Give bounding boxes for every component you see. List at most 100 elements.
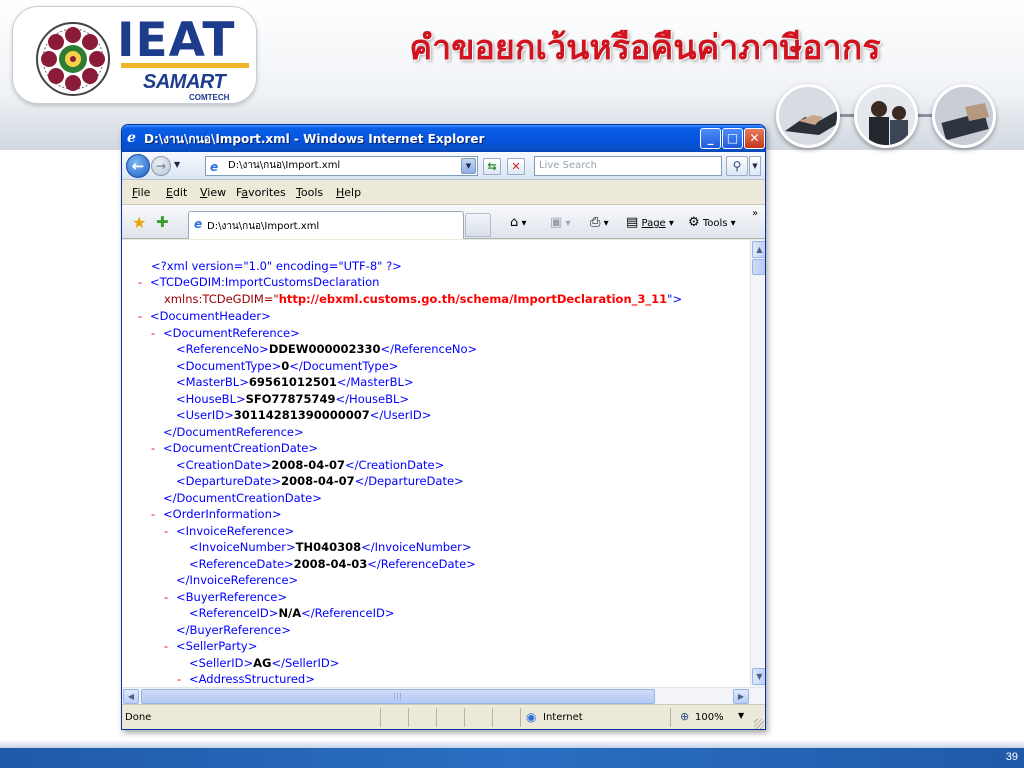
xml-value: N/A xyxy=(278,606,302,620)
favorites-star-icon[interactable]: ★ xyxy=(132,213,146,232)
more-commands-button[interactable]: » xyxy=(752,208,758,219)
xml-root-open: - <TCDeGDIM:ImportCustomsDeclaration xyxy=(138,274,379,290)
menu-view-rest: iew xyxy=(207,186,227,199)
collapse-toggle[interactable]: - xyxy=(138,308,150,324)
new-tab-button[interactable] xyxy=(465,213,491,237)
forward-arrow-icon: → xyxy=(155,159,167,173)
status-divider xyxy=(380,708,381,727)
collapse-toggle[interactable]: - xyxy=(151,325,163,341)
slide-title: คำขอยกเว้นหรือคืนค่าภาษีอากร xyxy=(409,28,881,68)
close-button[interactable]: ✕ xyxy=(744,128,765,149)
laptop-photo-icon xyxy=(935,87,993,145)
photo-team xyxy=(854,84,918,148)
scroll-right-button[interactable]: ▶ xyxy=(733,689,749,704)
scroll-down-button[interactable]: ▼ xyxy=(752,668,765,685)
menu-view[interactable]: View xyxy=(200,186,226,199)
search-button[interactable]: ⚲ xyxy=(726,156,748,176)
xml-line: - <AddressStructured> xyxy=(177,671,315,683)
globe-icon: ◉ xyxy=(526,710,537,724)
xml-close-tag: </ReferenceNo> xyxy=(380,342,478,356)
xml-open-tag: <SellerParty> xyxy=(176,639,258,653)
xml-line: - <OrderInformation> xyxy=(151,506,282,522)
logo-underline xyxy=(121,63,249,68)
xml-value: SFO77875749 xyxy=(245,391,336,406)
scroll-up-button[interactable]: ▲ xyxy=(752,241,765,258)
tab-import-xml[interactable]: e D:\งาน\กนอ\Import.xml xyxy=(188,211,464,239)
address-field[interactable]: e D:\งาน\กนอ\Import.xml ▼ xyxy=(205,156,478,176)
horizontal-scrollbar[interactable]: ◀ ||| ▶ xyxy=(122,687,765,704)
logo-box: IEAT SAMART COMTECH xyxy=(12,6,257,104)
collapse-toggle[interactable]: - xyxy=(164,638,176,654)
ie-addressbar: ← → ▼ e D:\งาน\กนอ\Import.xml ▼ ⇆ ✕ Live… xyxy=(122,152,765,180)
collapse-toggle[interactable]: - xyxy=(151,506,163,522)
search-options-dropdown[interactable]: ▼ xyxy=(749,156,761,176)
page-menu[interactable]: ▤ Page ▾ xyxy=(626,215,674,230)
footer-bar xyxy=(0,748,1024,768)
feeds-button[interactable]: ▣ ▾ xyxy=(550,215,571,230)
xml-value: TH040308 xyxy=(295,540,362,554)
ie-statusbar: Done ◉ Internet ⊕ 100% ▼ xyxy=(122,704,765,729)
xml-close-tag: </UserID> xyxy=(369,408,432,422)
stop-button[interactable]: ✕ xyxy=(507,158,525,175)
tools-menu-label: Tools xyxy=(702,218,728,229)
add-favorite-icon[interactable]: ✚ xyxy=(156,213,169,231)
status-divider xyxy=(436,708,437,727)
xml-close-tag: </ReferenceID> xyxy=(301,606,395,620)
xml-open-tag: </DocumentReference> xyxy=(163,424,304,439)
xml-line: - <DocumentHeader> xyxy=(138,308,271,324)
menu-file[interactable]: File xyxy=(132,186,150,199)
status-divider xyxy=(464,708,465,727)
status-divider xyxy=(492,708,493,727)
menu-help[interactable]: Help xyxy=(336,186,361,199)
menu-edit[interactable]: Edit xyxy=(166,186,187,199)
collapse-toggle[interactable]: - xyxy=(138,274,150,290)
ie-menubar: File Edit View Favorites Tools Help xyxy=(122,181,765,205)
tools-menu[interactable]: ⚙ Tools ▾ xyxy=(688,215,736,230)
zoom-icon[interactable]: ⊕ xyxy=(680,710,689,723)
status-text: Done xyxy=(125,712,152,723)
xml-open-tag: <UserID> xyxy=(176,408,234,422)
menu-favorites[interactable]: Favorites xyxy=(236,186,286,199)
forward-button[interactable]: → xyxy=(151,156,171,176)
vertical-scrollbar[interactable]: ▲ ▼ xyxy=(750,240,765,687)
back-button[interactable]: ← xyxy=(126,154,150,178)
team-photo-icon xyxy=(857,87,915,145)
home-button[interactable]: ⌂ ▾ xyxy=(510,215,526,230)
back-arrow-icon: ← xyxy=(131,157,145,175)
menu-tools[interactable]: Tools xyxy=(296,186,323,199)
zoom-level[interactable]: 100% xyxy=(695,712,724,723)
print-button[interactable]: ⎙ ▾ xyxy=(590,215,609,230)
address-text: D:\งาน\กนอ\Import.xml xyxy=(228,160,341,171)
xml-open-tag: <CreationDate> xyxy=(176,457,272,472)
scroll-left-button[interactable]: ◀ xyxy=(123,689,139,704)
collapse-toggle[interactable]: - xyxy=(164,523,176,539)
refresh-icon: ⇆ xyxy=(487,160,497,173)
collapse-toggle[interactable]: - xyxy=(151,440,163,456)
xml-value: 69561012501 xyxy=(248,375,337,389)
menu-tools-rest: ools xyxy=(300,186,324,199)
collapse-toggle[interactable]: - xyxy=(164,589,176,605)
collapse-toggle[interactable]: - xyxy=(177,671,189,683)
ie-window: e D:\งาน\กนอ\Import.xml - Windows Intern… xyxy=(121,124,766,730)
status-divider xyxy=(670,708,671,727)
resize-grip-icon[interactable] xyxy=(754,719,764,729)
xml-value: DDEW000002330 xyxy=(268,342,381,356)
search-icon: ⚲ xyxy=(732,159,742,173)
menu-edit-accel: E xyxy=(166,186,173,199)
xml-open-tag: </InvoiceReference> xyxy=(176,573,299,587)
refresh-button[interactable]: ⇆ xyxy=(483,158,501,175)
search-input[interactable]: Live Search xyxy=(534,156,722,176)
page-ie-icon: e xyxy=(210,160,219,174)
printer-icon: ⎙ xyxy=(590,215,601,230)
xml-open-tag: <SellerID> xyxy=(189,655,254,670)
vertical-scroll-thumb[interactable] xyxy=(752,259,765,275)
gear-icon: ⚙ xyxy=(688,215,700,230)
zoom-dropdown-icon[interactable]: ▼ xyxy=(738,711,744,720)
minimize-button[interactable]: _ xyxy=(700,128,721,149)
recent-pages-dropdown[interactable]: ▼ xyxy=(174,160,180,169)
minimize-icon: _ xyxy=(707,131,714,145)
xml-namespace-url: http://ebxml.customs.go.th/schema/Import… xyxy=(278,292,668,306)
address-dropdown-icon[interactable]: ▼ xyxy=(461,158,476,174)
horizontal-scroll-thumb[interactable]: ||| xyxy=(141,689,655,704)
maximize-button[interactable]: □ xyxy=(722,128,743,149)
